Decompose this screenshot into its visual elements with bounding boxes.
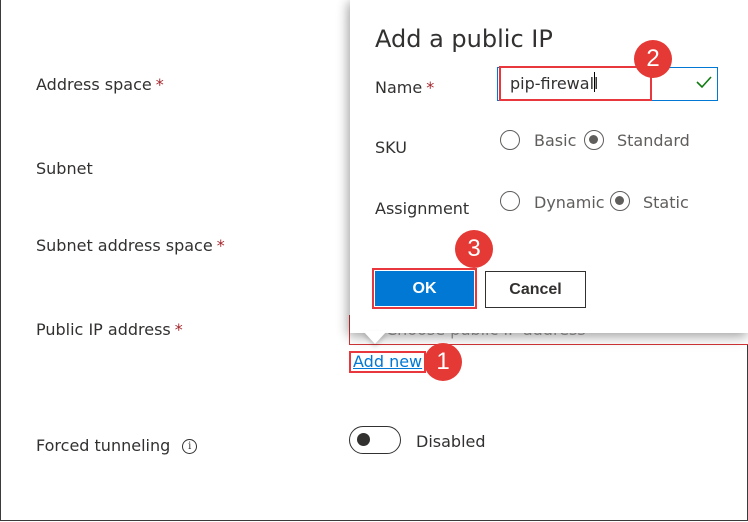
forced-tunneling-toggle[interactable] (349, 426, 401, 454)
info-icon[interactable]: i (182, 439, 198, 454)
toggle-state-text: Disabled (416, 432, 486, 451)
flyout-title: Add a public IP (375, 25, 553, 53)
assignment-dynamic-label: Dynamic (534, 193, 605, 212)
public-ip-label: Public IP address * (36, 320, 183, 339)
sku-standard-radio[interactable] (584, 130, 604, 150)
assignment-static-label: Static (643, 193, 689, 212)
subnet-label: Subnet (36, 159, 93, 178)
subnet-address-space-label: Subnet address space * (36, 236, 225, 255)
sku-standard-label: Standard (617, 131, 690, 150)
step-2-callout: 2 (634, 40, 672, 78)
assignment-dynamic-radio[interactable] (500, 191, 520, 211)
name-highlight-box (499, 66, 652, 101)
cancel-button[interactable]: Cancel (485, 271, 586, 308)
assignment-label: Assignment (375, 199, 470, 218)
ok-button[interactable]: OK (372, 268, 477, 309)
required-marker: * (216, 236, 225, 255)
sku-label: SKU (375, 138, 407, 157)
assignment-static-radio[interactable] (610, 191, 630, 211)
step-1-callout: 1 (424, 343, 462, 381)
required-marker: * (174, 320, 183, 339)
name-label: Name * (375, 78, 435, 97)
address-space-label: Address space * (36, 75, 164, 94)
required-marker: * (426, 78, 435, 97)
step-3-callout: 3 (455, 230, 493, 268)
check-icon (696, 76, 712, 89)
required-marker: * (155, 75, 164, 94)
add-new-link[interactable]: Add new (349, 351, 427, 373)
sku-basic-radio[interactable] (500, 130, 520, 150)
toggle-knob (357, 433, 370, 446)
flyout-pointer (363, 331, 387, 344)
forced-tunneling-label: Forced tunneling i (36, 436, 198, 455)
sku-basic-label: Basic (534, 131, 577, 150)
